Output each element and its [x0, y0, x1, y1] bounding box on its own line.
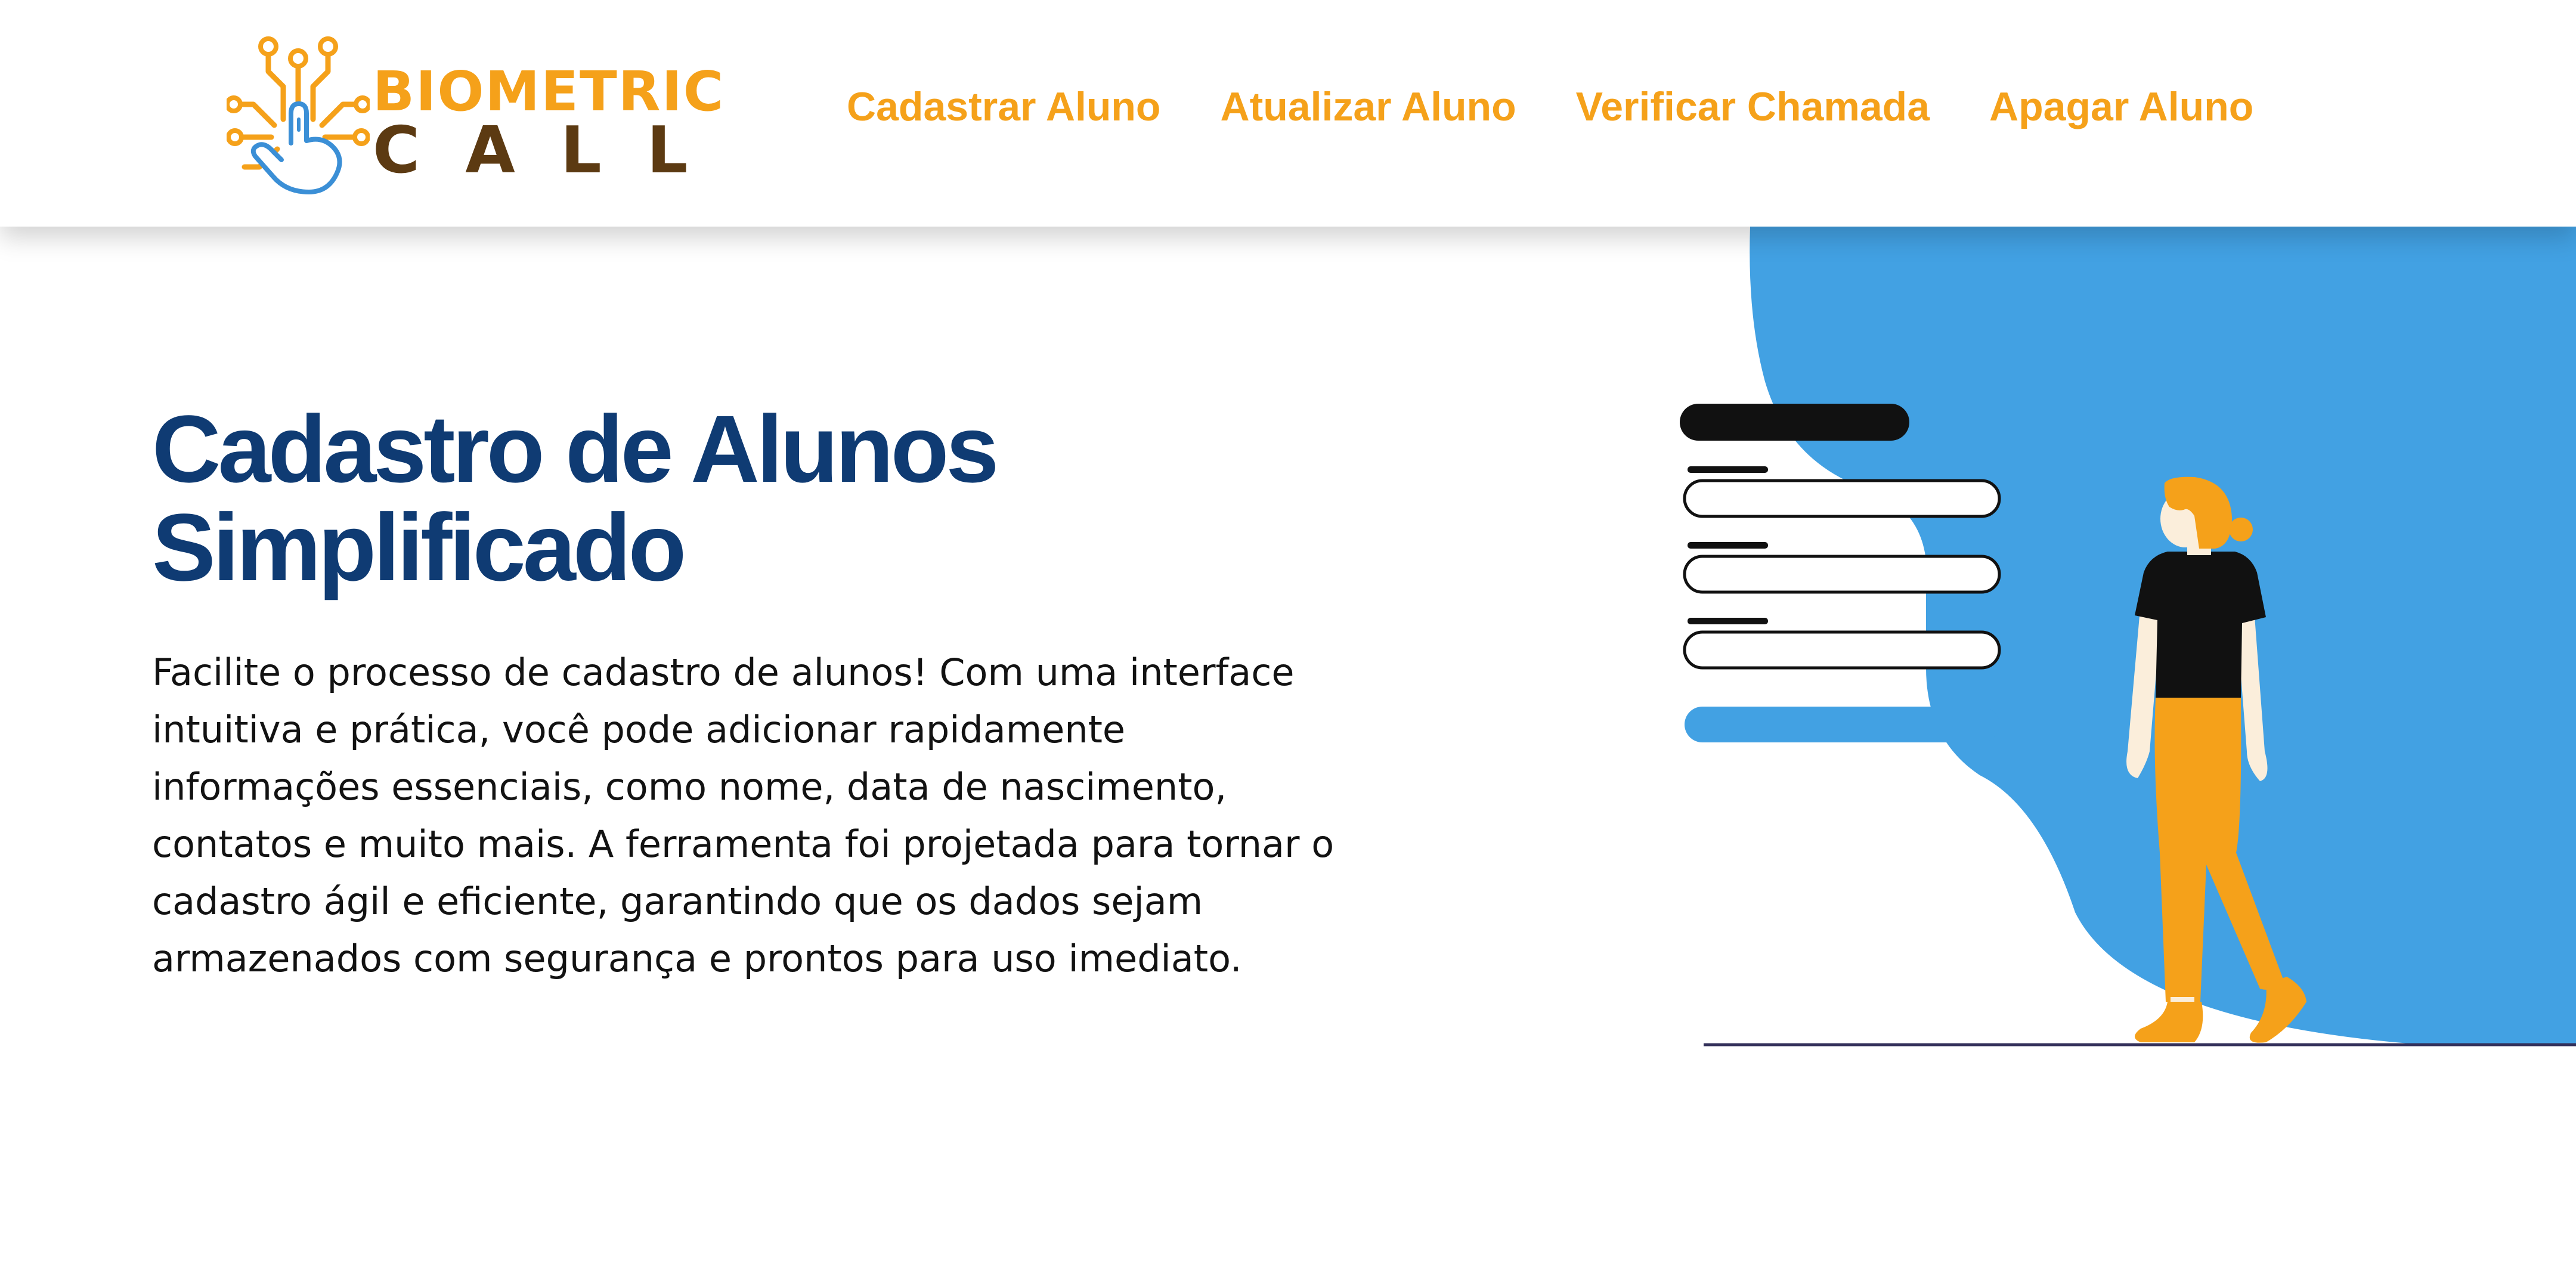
hero-title: Cadastro de Alunos Simplificado [152, 395, 999, 600]
form-title-bar [1680, 404, 1909, 441]
form-field-3 [1683, 630, 2001, 670]
form-label-1 [1688, 466, 1768, 473]
hero-description: Facilite o processo de cadastro de aluno… [152, 651, 1335, 980]
form-field-1 [1683, 479, 2001, 518]
hero-title-line-1: Cadastro de Alunos [152, 395, 999, 502]
form-label-3 [1688, 618, 1768, 624]
nav-link-cadastrar-aluno[interactable]: Cadastrar Aluno [847, 83, 1160, 130]
main-nav: Cadastrar Aluno Atualizar Aluno Verifica… [847, 83, 2253, 130]
person-with-form-illustration [1680, 227, 2576, 1046]
nav-link-verificar-chamada[interactable]: Verificar Chamada [1576, 83, 1930, 130]
site-header: BIOMETRIC CALL Cadastrar Aluno Atualizar… [0, 0, 2576, 227]
person-hair-bun [2229, 518, 2253, 541]
form-submit-bar [1685, 707, 1999, 742]
fingerprint-touch-circuit-icon [227, 36, 370, 194]
hero-title-line-2: Simplificado [152, 494, 686, 600]
nav-link-atualizar-aluno[interactable]: Atualizar Aluno [1220, 83, 1516, 130]
person-shoe-left [2135, 1002, 2203, 1042]
brand-logo[interactable]: BIOMETRIC CALL [227, 30, 723, 203]
nav-link-apagar-aluno[interactable]: Apagar Aluno [1989, 83, 2253, 130]
form-label-2 [1688, 542, 1768, 549]
form-field-2 [1683, 555, 2001, 594]
brand-name-bottom: CALL [373, 113, 733, 188]
